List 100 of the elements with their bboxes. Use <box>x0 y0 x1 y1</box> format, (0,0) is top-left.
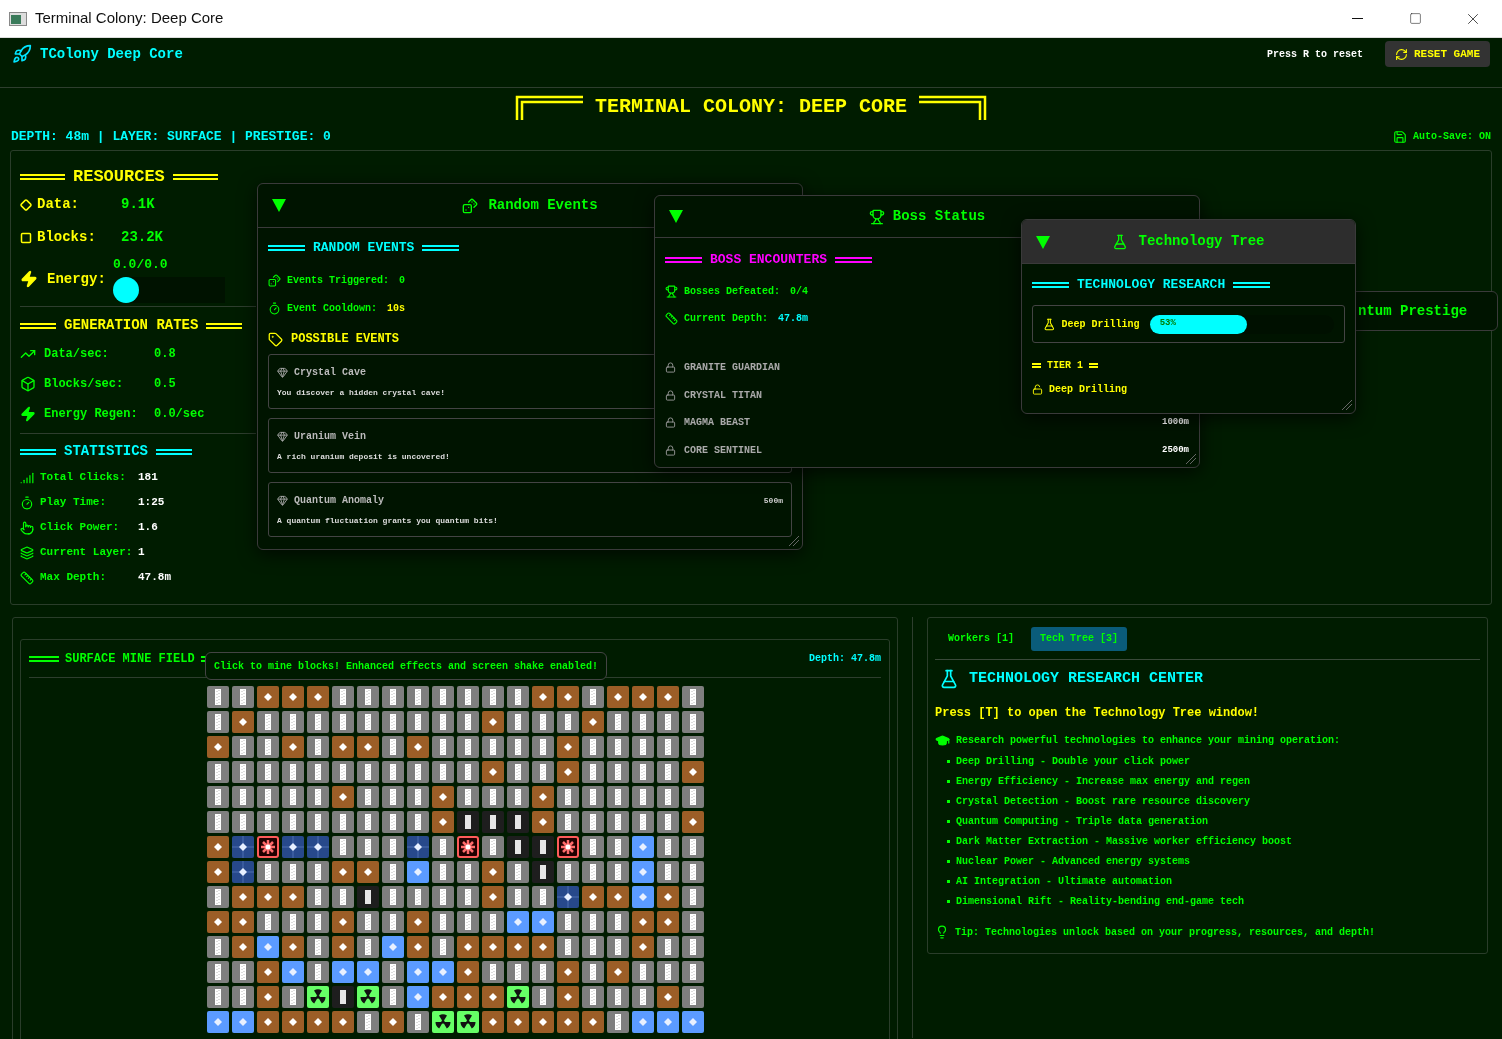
mine-block[interactable] <box>381 811 404 833</box>
mine-block[interactable] <box>356 886 379 908</box>
mine-block[interactable] <box>681 786 704 808</box>
mine-block[interactable] <box>306 911 329 933</box>
mine-block[interactable] <box>356 836 379 858</box>
mine-block[interactable] <box>506 936 529 958</box>
mine-block[interactable] <box>381 686 404 708</box>
mine-block[interactable] <box>231 711 254 733</box>
mine-block[interactable] <box>356 736 379 758</box>
mine-block[interactable] <box>631 936 654 958</box>
mine-block[interactable] <box>406 1011 429 1033</box>
mine-block[interactable] <box>631 961 654 983</box>
mine-block[interactable] <box>681 736 704 758</box>
mine-block[interactable] <box>281 811 304 833</box>
mine-block[interactable] <box>331 836 354 858</box>
mine-block[interactable] <box>556 961 579 983</box>
mine-block[interactable] <box>456 936 479 958</box>
mine-block[interactable] <box>606 986 629 1008</box>
mine-block[interactable] <box>331 761 354 783</box>
mine-block[interactable] <box>531 786 554 808</box>
mine-block[interactable] <box>356 761 379 783</box>
mine-block[interactable] <box>681 936 704 958</box>
mine-block[interactable] <box>456 911 479 933</box>
mine-block[interactable] <box>256 961 279 983</box>
mine-block[interactable] <box>506 736 529 758</box>
mine-block[interactable] <box>531 986 554 1008</box>
mine-block[interactable] <box>381 911 404 933</box>
mine-block[interactable] <box>606 861 629 883</box>
mine-block[interactable] <box>356 786 379 808</box>
mine-block[interactable] <box>231 861 254 883</box>
mine-block[interactable] <box>656 736 679 758</box>
mine-block[interactable] <box>631 811 654 833</box>
mine-block[interactable] <box>556 836 579 858</box>
mine-block[interactable] <box>431 761 454 783</box>
mine-block[interactable] <box>331 986 354 1008</box>
mine-block[interactable] <box>481 886 504 908</box>
mine-block[interactable] <box>281 836 304 858</box>
mine-block[interactable] <box>456 861 479 883</box>
mine-block[interactable] <box>231 786 254 808</box>
mine-block[interactable] <box>506 811 529 833</box>
mine-block[interactable] <box>506 911 529 933</box>
mine-block[interactable] <box>206 936 229 958</box>
mine-block[interactable] <box>256 811 279 833</box>
mine-block[interactable] <box>481 836 504 858</box>
mine-block[interactable] <box>431 961 454 983</box>
mine-block[interactable] <box>381 786 404 808</box>
mine-block[interactable] <box>331 811 354 833</box>
mine-block[interactable] <box>431 986 454 1008</box>
mine-block[interactable] <box>206 761 229 783</box>
mine-block[interactable] <box>381 1011 404 1033</box>
mine-block[interactable] <box>256 1011 279 1033</box>
mine-block[interactable] <box>356 961 379 983</box>
mine-block[interactable] <box>506 986 529 1008</box>
mine-block[interactable] <box>656 961 679 983</box>
mine-block[interactable] <box>681 861 704 883</box>
mine-block[interactable] <box>481 1011 504 1033</box>
mine-block[interactable] <box>631 861 654 883</box>
mine-block[interactable] <box>381 886 404 908</box>
mine-block[interactable] <box>206 961 229 983</box>
mine-block[interactable] <box>306 686 329 708</box>
mine-block[interactable] <box>231 686 254 708</box>
collapse-icon[interactable] <box>669 210 683 223</box>
mine-block[interactable] <box>581 936 604 958</box>
mine-block[interactable] <box>606 936 629 958</box>
mine-block[interactable] <box>506 761 529 783</box>
mine-block[interactable] <box>206 986 229 1008</box>
collapse-icon[interactable] <box>272 199 286 212</box>
mine-block[interactable] <box>631 911 654 933</box>
mine-block[interactable] <box>381 836 404 858</box>
mine-block[interactable] <box>556 1011 579 1033</box>
mine-block[interactable] <box>481 811 504 833</box>
mine-block[interactable] <box>506 886 529 908</box>
mine-block[interactable] <box>506 836 529 858</box>
mine-block[interactable] <box>356 811 379 833</box>
mine-block[interactable] <box>656 936 679 958</box>
mine-block[interactable] <box>656 1011 679 1033</box>
mine-block[interactable] <box>656 686 679 708</box>
mine-block[interactable] <box>456 1011 479 1033</box>
mine-block[interactable] <box>356 686 379 708</box>
mine-block[interactable] <box>681 811 704 833</box>
mine-block[interactable] <box>631 761 654 783</box>
mine-block[interactable] <box>256 861 279 883</box>
mine-block[interactable] <box>656 761 679 783</box>
mine-block[interactable] <box>531 686 554 708</box>
mine-block[interactable] <box>306 711 329 733</box>
mine-block[interactable] <box>481 961 504 983</box>
mine-block[interactable] <box>681 836 704 858</box>
mine-block[interactable] <box>606 961 629 983</box>
mine-block[interactable] <box>431 936 454 958</box>
mine-block[interactable] <box>431 1011 454 1033</box>
mine-block[interactable] <box>481 861 504 883</box>
mine-block[interactable] <box>506 1011 529 1033</box>
mine-block[interactable] <box>256 986 279 1008</box>
mine-block[interactable] <box>456 736 479 758</box>
mine-block[interactable] <box>256 736 279 758</box>
mine-block[interactable] <box>331 886 354 908</box>
mine-block[interactable] <box>406 886 429 908</box>
mine-block[interactable] <box>656 861 679 883</box>
mine-block[interactable] <box>306 861 329 883</box>
mine-block[interactable] <box>406 711 429 733</box>
